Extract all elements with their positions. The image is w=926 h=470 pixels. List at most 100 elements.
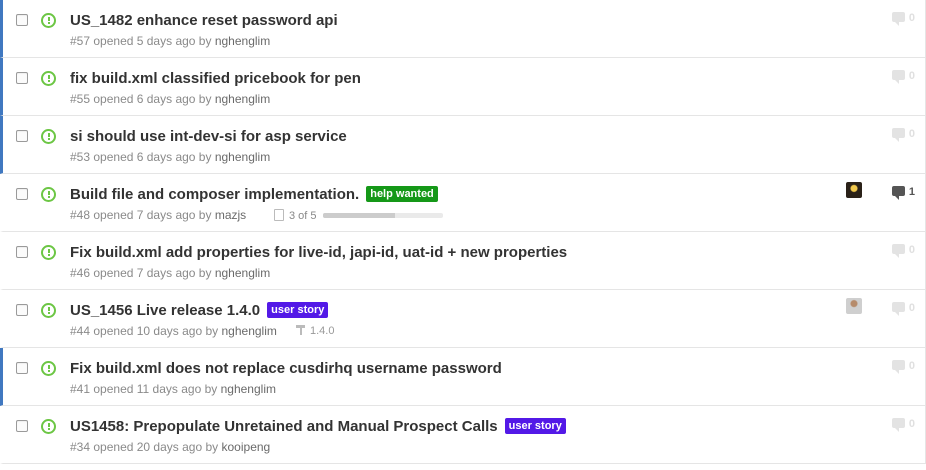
open-issue-icon <box>41 187 56 202</box>
milestone[interactable]: 1.4.0 <box>296 325 334 337</box>
milestone-icon <box>296 325 305 335</box>
select-checkbox[interactable] <box>16 420 28 432</box>
issue-row[interactable]: Build file and composer implementation. h… <box>0 174 926 232</box>
issue-meta: #48 opened 7 days ago by mazjs <box>70 208 246 222</box>
opened-text: opened 11 days ago by <box>93 382 218 396</box>
author-link[interactable]: nghenglim <box>221 382 276 396</box>
issue-title-text[interactable]: US_1456 Live release 1.4.0 <box>70 302 260 319</box>
issue-row[interactable]: si should use int-dev-si for asp service… <box>0 116 926 174</box>
comment-count[interactable]: 0 <box>891 418 915 432</box>
issue-row[interactable]: fix build.xml classified pricebook for p… <box>0 58 926 116</box>
issue-meta: #44 opened 10 days ago by nghenglim <box>70 324 277 338</box>
comment-count-value: 1 <box>908 186 915 198</box>
issue-number: #34 <box>70 440 91 454</box>
issue-number: #44 <box>70 324 91 338</box>
opened-text: opened 10 days ago by <box>93 324 219 338</box>
comment-count[interactable]: 0 <box>891 128 915 142</box>
issue-meta: #57 opened 5 days ago by nghenglim <box>70 34 270 48</box>
comment-count[interactable]: 0 <box>891 302 915 316</box>
author-link[interactable]: nghenglim <box>222 324 277 338</box>
open-issue-icon <box>41 303 56 318</box>
comment-count[interactable]: 0 <box>891 12 915 26</box>
comment-icon <box>891 128 905 142</box>
opened-text: opened 7 days ago by <box>93 266 212 280</box>
opened-text: opened 20 days ago by <box>93 440 219 454</box>
opened-text: opened 6 days ago by <box>93 92 212 106</box>
issue-meta: #41 opened 11 days ago by nghenglim <box>70 382 276 396</box>
comment-icon <box>891 70 905 84</box>
comment-count-value: 0 <box>908 360 915 372</box>
issue-title[interactable]: Fix build.xml does not replace cusdirhq … <box>70 360 502 378</box>
select-checkbox[interactable] <box>16 246 28 258</box>
open-issue-icon <box>41 419 56 434</box>
issue-meta: #46 opened 7 days ago by nghenglim <box>70 266 270 280</box>
issue-number: #55 <box>70 92 91 106</box>
author-link[interactable]: mazjs <box>215 208 246 222</box>
progress-bar <box>322 213 443 218</box>
issue-title[interactable]: Fix build.xml add properties for live-id… <box>70 244 567 262</box>
author-link[interactable]: nghenglim <box>215 150 270 164</box>
author-link[interactable]: kooipeng <box>222 440 271 454</box>
comment-icon <box>891 360 905 374</box>
comment-count-value: 0 <box>908 70 915 82</box>
issue-title[interactable]: US_1482 enhance reset password api <box>70 12 338 30</box>
opened-text: opened 6 days ago by <box>93 150 212 164</box>
open-issue-icon <box>41 71 56 86</box>
comment-count-value: 0 <box>908 128 915 140</box>
comment-count-value: 0 <box>908 244 915 256</box>
comment-count[interactable]: 0 <box>891 360 915 374</box>
comment-icon <box>891 186 905 200</box>
issue-title[interactable]: fix build.xml classified pricebook for p… <box>70 70 361 88</box>
open-issue-icon <box>41 361 56 376</box>
issue-title[interactable]: Build file and composer implementation. h… <box>70 186 438 204</box>
select-checkbox[interactable] <box>16 72 28 84</box>
open-issue-icon <box>41 13 56 28</box>
open-issue-icon <box>41 245 56 260</box>
issue-row[interactable]: Fix build.xml add properties for live-id… <box>0 232 926 290</box>
label-user-story[interactable]: user story <box>504 418 566 434</box>
comment-icon <box>891 418 905 432</box>
issue-meta: #55 opened 6 days ago by nghenglim <box>70 92 270 106</box>
milestone-label[interactable]: 1.4.0 <box>310 325 334 337</box>
task-count: 3 of 5 <box>289 210 317 222</box>
author-link[interactable]: nghenglim <box>215 92 270 106</box>
comment-count[interactable]: 0 <box>891 244 915 258</box>
opened-text: opened 7 days ago by <box>93 208 212 222</box>
issue-title[interactable]: US1458: Prepopulate Unretained and Manua… <box>70 418 566 436</box>
author-link[interactable]: nghenglim <box>215 34 270 48</box>
label-user-story[interactable]: user story <box>267 302 329 318</box>
issue-meta: #34 opened 20 days ago by kooipeng <box>70 440 270 454</box>
issue-list: US_1482 enhance reset password api #57 o… <box>0 0 926 464</box>
select-checkbox[interactable] <box>16 130 28 142</box>
author-link[interactable]: nghenglim <box>215 266 270 280</box>
issue-number: #53 <box>70 150 91 164</box>
comment-count[interactable]: 0 <box>891 70 915 84</box>
select-checkbox[interactable] <box>16 188 28 200</box>
comment-icon <box>891 244 905 258</box>
opened-text: opened 5 days ago by <box>93 34 212 48</box>
task-progress: 3 of 5 <box>274 209 443 222</box>
issue-number: #48 <box>70 208 91 222</box>
issue-title-text[interactable]: US1458: Prepopulate Unretained and Manua… <box>70 418 498 435</box>
comment-count-value: 0 <box>908 12 915 24</box>
issue-title-text[interactable]: Build file and composer implementation. <box>70 186 359 203</box>
select-checkbox[interactable] <box>16 304 28 316</box>
issue-title[interactable]: US_1456 Live release 1.4.0 user story <box>70 302 329 320</box>
issue-row[interactable]: US_1482 enhance reset password api #57 o… <box>0 0 926 58</box>
comment-count-value: 0 <box>908 302 915 314</box>
select-checkbox[interactable] <box>16 362 28 374</box>
issue-row[interactable]: Fix build.xml does not replace cusdirhq … <box>0 348 926 406</box>
assignee-avatar[interactable] <box>846 182 862 198</box>
assignee-avatar[interactable] <box>846 298 862 314</box>
issue-row[interactable]: US1458: Prepopulate Unretained and Manua… <box>0 406 926 464</box>
checklist-icon <box>274 209 284 221</box>
issue-title[interactable]: si should use int-dev-si for asp service <box>70 128 347 146</box>
select-checkbox[interactable] <box>16 14 28 26</box>
label-help-wanted[interactable]: help wanted <box>366 186 438 202</box>
issue-row[interactable]: US_1456 Live release 1.4.0 user story #44… <box>0 290 926 348</box>
comment-count[interactable]: 1 <box>891 186 915 200</box>
comment-icon <box>891 12 905 26</box>
issue-number: #46 <box>70 266 91 280</box>
progress-fill <box>322 213 395 218</box>
issue-number: #57 <box>70 34 91 48</box>
